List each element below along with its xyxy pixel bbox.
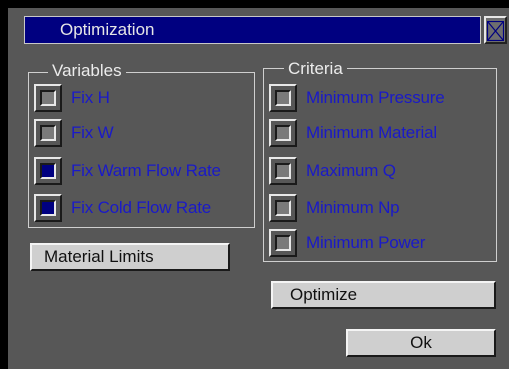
- maximum-q-checkbox-row[interactable]: Maximum Q: [269, 157, 396, 185]
- fix-cold-flow-rate-checkbox-row[interactable]: Fix Cold Flow Rate: [34, 194, 211, 222]
- material-limits-button[interactable]: Material Limits: [30, 243, 230, 271]
- fix-h-checkbox-row[interactable]: Fix H: [34, 84, 110, 112]
- maximum-q-checkbox[interactable]: [269, 157, 297, 185]
- minimum-power-label: Minimum Power: [306, 233, 426, 252]
- fix-w-checkbox[interactable]: [34, 119, 62, 147]
- close-x-icon: [487, 21, 504, 41]
- minimum-np-label: Minimum Np: [306, 198, 400, 217]
- minimum-material-checkbox-row[interactable]: Minimum Material: [269, 119, 437, 147]
- dialog-title: Optimization: [60, 20, 155, 39]
- criteria-group-label: Criteria: [284, 60, 347, 78]
- minimum-power-checkbox[interactable]: [269, 229, 297, 257]
- minimum-pressure-checkbox-row[interactable]: Minimum Pressure: [269, 84, 445, 112]
- fix-h-checkbox[interactable]: [34, 84, 62, 112]
- optimize-button[interactable]: Optimize: [271, 281, 496, 309]
- fix-warm-flow-rate-label: Fix Warm Flow Rate: [71, 161, 221, 180]
- minimum-power-checkbox-row[interactable]: Minimum Power: [269, 229, 425, 257]
- ok-button[interactable]: Ok: [346, 329, 496, 357]
- title-bar: Optimization: [24, 16, 481, 44]
- minimum-np-checkbox-row[interactable]: Minimum Np: [269, 194, 400, 222]
- fix-cold-flow-rate-checkbox[interactable]: [34, 194, 62, 222]
- variables-group-label: Variables: [48, 62, 126, 80]
- minimum-np-checkbox[interactable]: [269, 194, 297, 222]
- fix-warm-flow-rate-checkbox[interactable]: [34, 157, 62, 185]
- minimum-material-checkbox[interactable]: [269, 119, 297, 147]
- minimum-material-label: Minimum Material: [306, 123, 437, 142]
- fix-w-label: Fix W: [71, 123, 114, 142]
- fix-w-checkbox-row[interactable]: Fix W: [34, 119, 114, 147]
- fix-warm-flow-rate-checkbox-row[interactable]: Fix Warm Flow Rate: [34, 157, 221, 185]
- fix-h-label: Fix H: [71, 88, 110, 107]
- close-button[interactable]: [484, 16, 507, 44]
- minimum-pressure-checkbox[interactable]: [269, 84, 297, 112]
- minimum-pressure-label: Minimum Pressure: [306, 88, 445, 107]
- fix-cold-flow-rate-label: Fix Cold Flow Rate: [71, 198, 211, 217]
- maximum-q-label: Maximum Q: [306, 161, 396, 180]
